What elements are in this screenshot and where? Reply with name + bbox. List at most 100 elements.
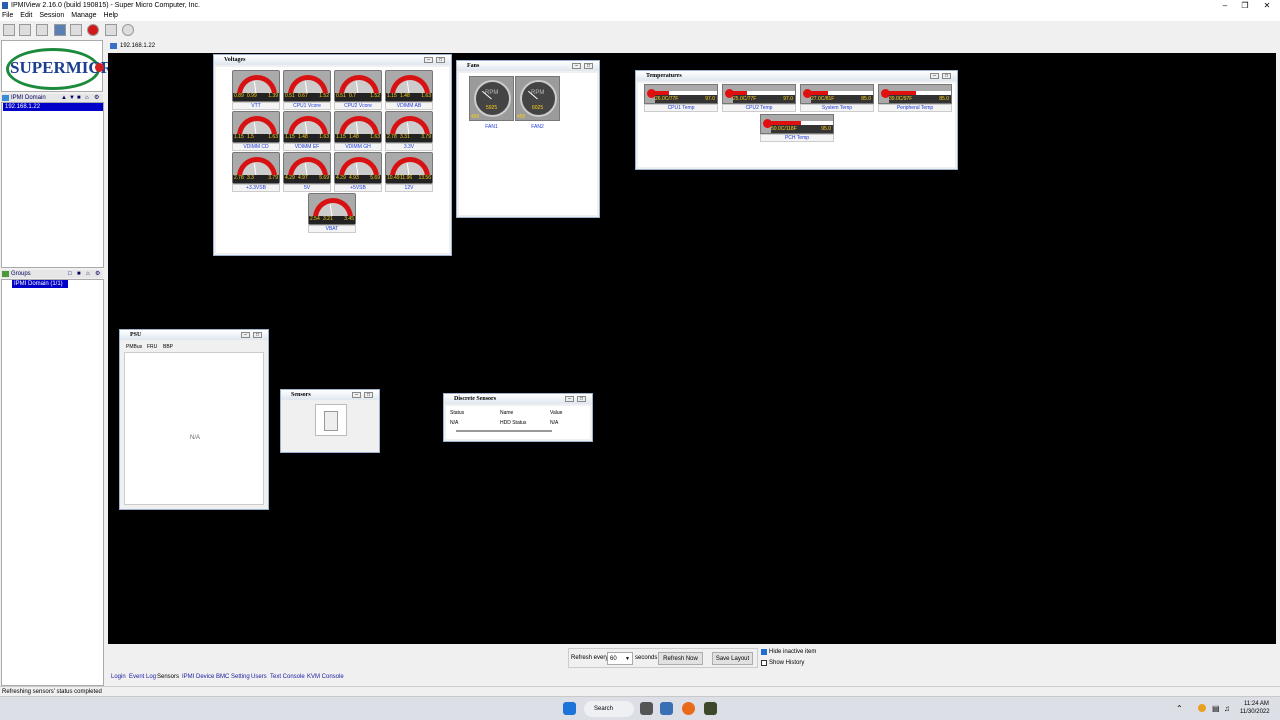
discrete-maximize-button[interactable]: □ (577, 396, 586, 402)
clock-time[interactable]: 11:24 AM (1244, 701, 1269, 707)
show-history-checkbox[interactable] (761, 660, 767, 666)
psu-tab-pmbus[interactable]: PMBus (126, 344, 142, 350)
new-icon[interactable] (3, 24, 15, 36)
temperature-gauge[interactable]: 39.0C/97F 85.0 (878, 84, 952, 104)
add-group-icon[interactable]: □ (68, 271, 73, 277)
tab-login[interactable]: Login (111, 674, 126, 680)
volume-icon[interactable]: ♫ (1224, 704, 1230, 713)
voltage-gauge[interactable]: 2.78 3.31 3.79 (385, 111, 433, 143)
voltage-gauge[interactable]: 1.15 1.48 1.63 (283, 111, 331, 143)
sensors-minimize-button[interactable]: – (352, 392, 361, 398)
network-icon-tray[interactable]: ▤ (1212, 704, 1220, 713)
fan-gauge[interactable]: RPM 6025 450 (515, 76, 560, 121)
tab-kvm-console[interactable]: KVM Console (307, 674, 344, 680)
fans-minimize-button[interactable]: – (572, 63, 581, 69)
col-status[interactable]: Status (450, 410, 464, 416)
up-arrow-icon[interactable]: ▲ (61, 95, 67, 101)
refresh-now-button[interactable]: Refresh Now (658, 652, 703, 665)
maximize-button[interactable]: ❐ (1234, 0, 1256, 11)
hide-inactive-checkbox[interactable] (761, 649, 767, 655)
firefox-icon[interactable] (682, 702, 695, 715)
voltage-gauge[interactable]: 0.51 0.7 1.52 (334, 70, 382, 102)
menu-file[interactable]: File (2, 12, 13, 19)
psu-tab-bbp[interactable]: BBP (163, 344, 173, 350)
tab-sensors[interactable]: Sensors (157, 674, 179, 680)
temperature-gauge[interactable]: 26.0C/77F 97.0 (644, 84, 718, 104)
menu-session[interactable]: Session (39, 12, 64, 19)
voltages-minimize-button[interactable]: – (424, 57, 433, 63)
save-layout-button[interactable]: Save Layout (712, 652, 753, 665)
voltage-gauge-label: CPU2 Vcore (334, 102, 382, 110)
tab-text-console[interactable]: Text Console (270, 674, 305, 680)
clock-date[interactable]: 11/30/2022 (1240, 709, 1270, 715)
refresh-interval-select[interactable]: 60 ▼ (607, 652, 633, 665)
find-icon[interactable] (105, 24, 117, 36)
sensors-maximize-button[interactable]: □ (364, 392, 373, 398)
start-icon[interactable] (563, 702, 576, 715)
domain-item-selected[interactable]: 192.168.1.22 (3, 103, 103, 111)
voltage-gauge-label: CPU1 Vcore (283, 102, 331, 110)
temperatures-maximize-button[interactable]: □ (942, 73, 951, 79)
temperature-gauge[interactable]: 25.0C/77F 97.0 (722, 84, 796, 104)
save-icon[interactable] (19, 24, 31, 36)
menu-manage[interactable]: Manage (71, 12, 96, 19)
psu-body: PMBus FRU BBP N/A (122, 342, 266, 507)
taskbar-search[interactable]: Search (584, 701, 634, 717)
tab-users[interactable]: Users (251, 674, 267, 680)
tray-app-icon[interactable] (1198, 704, 1206, 712)
lock-icon-2[interactable]: ■ (77, 271, 82, 277)
menu-edit[interactable]: Edit (20, 12, 32, 19)
home-icon-2[interactable]: ⌂ (86, 271, 91, 277)
psu-minimize-button[interactable]: – (241, 332, 250, 338)
settings-icon[interactable]: ⚙ (94, 95, 99, 101)
psu-maximize-button[interactable]: □ (253, 332, 262, 338)
file-explorer-icon[interactable] (660, 702, 673, 715)
table-scrollbar[interactable] (456, 430, 552, 432)
voltage-gauge[interactable]: 1.15 1.48 1.63 (334, 111, 382, 143)
stop-icon[interactable] (87, 24, 99, 36)
close-button[interactable]: ✕ (1256, 0, 1278, 11)
voltages-maximize-button[interactable]: □ (436, 57, 445, 63)
voltage-gauge[interactable]: 10.49 11.96 13.56 (385, 152, 433, 184)
hide-inactive-label: Hide inactive item (769, 649, 817, 655)
voltages-title[interactable]: Voltages (214, 55, 451, 65)
chassis-icon[interactable] (315, 404, 347, 436)
tab-bmc-setting[interactable]: BMC Setting (216, 674, 250, 680)
task-view-icon[interactable] (640, 702, 653, 715)
voltage-gauge[interactable]: 0.89 0.99 1.39 (232, 70, 280, 102)
ipmiview-icon[interactable] (704, 702, 717, 715)
down-arrow-icon[interactable]: ▼ (69, 95, 75, 101)
col-name[interactable]: Name (500, 410, 513, 416)
chevron-up-icon[interactable]: ⌃ (1176, 704, 1183, 713)
temperature-gauge[interactable]: 50.0C/118F 95.0 (760, 114, 834, 134)
temperature-gauge[interactable]: 27.0C/81F 85.0 (800, 84, 874, 104)
voltage-gauge[interactable]: 0.51 0.67 1.52 (283, 70, 331, 102)
temperatures-title[interactable]: Temperatures (636, 71, 957, 81)
voltage-gauge[interactable]: 1.15 1.48 1.63 (385, 70, 433, 102)
fan-gauge[interactable]: RPM 5925 450 (469, 76, 514, 121)
temperatures-minimize-button[interactable]: – (930, 73, 939, 79)
search-icon[interactable] (36, 24, 48, 36)
voltage-gauge[interactable]: 2.78 3.3 3.79 (232, 152, 280, 184)
settings-icon-2[interactable]: ⚙ (95, 271, 100, 277)
tab-event-log[interactable]: Event Log (129, 674, 156, 680)
lock-icon[interactable]: ■ (77, 95, 82, 101)
voltage-gauge[interactable]: 4.29 4.93 5.69 (334, 152, 382, 184)
voltage-gauge[interactable]: 1.15 1.5 1.63 (232, 111, 280, 143)
voltage-gauge[interactable]: 2.54 3.21 3.45 (308, 193, 356, 225)
voltages-body: 0.89 0.99 1.39 VTT 0.51 0.67 1.52 CPU1 Vcore 0.5… (216, 67, 449, 253)
voltage-gauge[interactable]: 4.29 4.97 5.69 (283, 152, 331, 184)
voltage-gauge-label: +5VSB (334, 184, 382, 192)
discrete-minimize-button[interactable]: – (565, 396, 574, 402)
group-item-selected[interactable]: IPMI Domain (1/1) (12, 280, 68, 288)
computer-icon[interactable] (54, 24, 66, 36)
col-value[interactable]: Value (550, 410, 562, 416)
home-icon[interactable]: ⌂ (85, 95, 90, 101)
copy-icon[interactable] (70, 24, 82, 36)
tab-ipmi-device[interactable]: IPMI Device (182, 674, 214, 680)
menu-help[interactable]: Help (104, 12, 118, 19)
minimize-button[interactable]: – (1214, 0, 1236, 11)
fans-maximize-button[interactable]: □ (584, 63, 593, 69)
network-icon[interactable] (122, 24, 134, 36)
psu-tab-fru[interactable]: FRU (147, 344, 157, 350)
